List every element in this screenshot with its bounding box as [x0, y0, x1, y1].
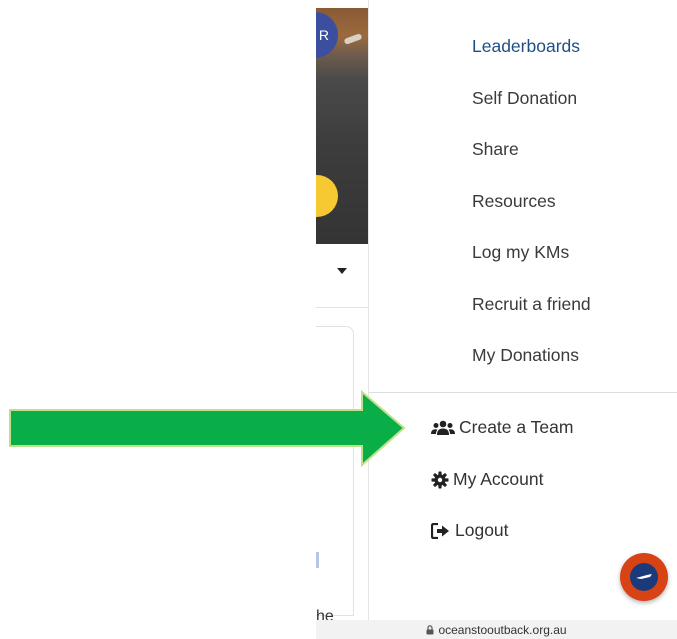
menu-item-logout[interactable]: Logout	[431, 520, 509, 541]
browser-url-bar[interactable]: oceanstooutback.org.au	[316, 620, 677, 639]
background-dropdown[interactable]	[316, 244, 368, 308]
avatar[interactable]: R	[316, 12, 338, 58]
gear-icon	[431, 471, 449, 488]
background-card	[316, 326, 354, 616]
left-blank-area	[0, 0, 316, 639]
menu-item-leaderboards[interactable]: Leaderboards	[472, 36, 580, 57]
logout-label: Logout	[455, 520, 509, 540]
plane-image	[343, 33, 363, 45]
chevron-down-icon	[337, 268, 347, 274]
create-a-team-label: Create a Team	[459, 417, 574, 437]
logout-icon	[431, 522, 449, 539]
menu-item-resources[interactable]: Resources	[472, 191, 556, 212]
menu-divider	[369, 392, 677, 393]
plane-logo-icon	[630, 563, 658, 591]
url-text: oceanstooutback.org.au	[438, 622, 567, 637]
menu-item-my-account[interactable]: My Account	[431, 469, 543, 490]
chat-widget-button[interactable]	[620, 553, 668, 601]
lock-icon	[426, 624, 434, 634]
menu-item-self-donation[interactable]: Self Donation	[472, 88, 577, 109]
menu-item-create-a-team[interactable]: Create a Team	[431, 417, 573, 438]
menu-item-my-donations[interactable]: My Donations	[472, 345, 579, 366]
side-menu: Leaderboards Self Donation Share Resourc…	[368, 0, 677, 639]
background-card-marker	[316, 552, 319, 568]
my-account-label: My Account	[453, 469, 544, 489]
yellow-action-button[interactable]	[316, 175, 338, 217]
menu-item-recruit-a-friend[interactable]: Recruit a friend	[472, 294, 591, 315]
background-header-photo: R	[316, 8, 368, 244]
menu-item-share[interactable]: Share	[472, 139, 519, 160]
avatar-letter: R	[318, 27, 329, 43]
users-icon	[431, 420, 455, 435]
menu-item-log-my-kms[interactable]: Log my KMs	[472, 242, 569, 263]
